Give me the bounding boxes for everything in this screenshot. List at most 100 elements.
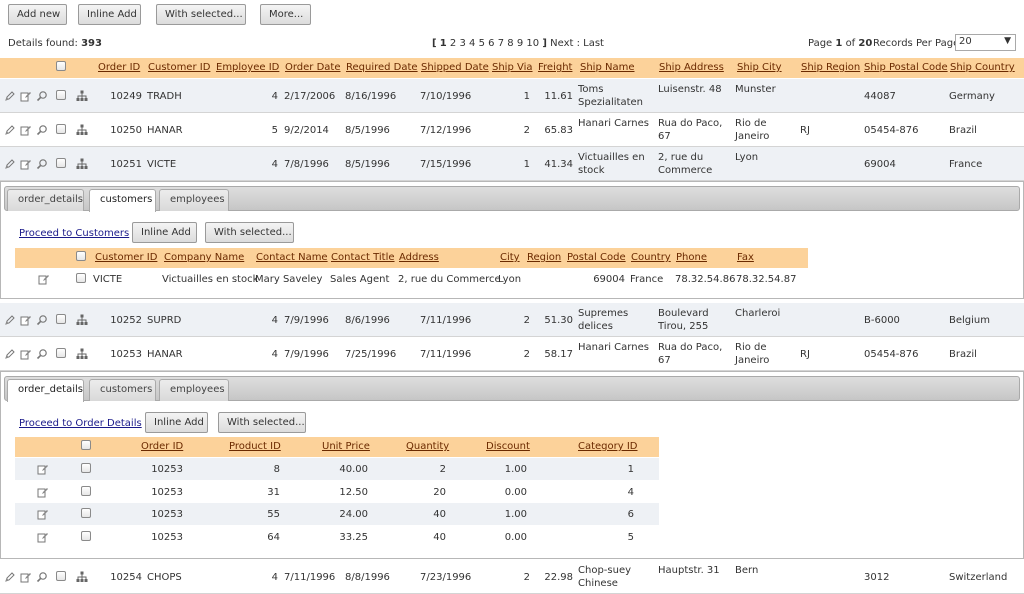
column-header[interactable]: Ship City xyxy=(737,62,782,73)
page-link[interactable]: 9 xyxy=(517,38,523,49)
tab-employees[interactable]: employees xyxy=(159,379,229,401)
edit-icon[interactable] xyxy=(4,90,16,102)
order-details-column-header[interactable]: Unit Price xyxy=(322,441,370,452)
row-checkbox[interactable] xyxy=(56,158,66,168)
column-header[interactable]: Ship Name xyxy=(580,62,635,73)
order-details-column-header[interactable]: Quantity xyxy=(406,441,449,452)
inline-edit-icon[interactable] xyxy=(37,508,49,520)
page-link[interactable]: 3 xyxy=(459,38,465,49)
column-header[interactable]: Freight xyxy=(538,62,572,73)
table-row[interactable]: 10251 VICTE 4 7/8/1996 8/5/1996 7/15/1996 1 41.… xyxy=(0,147,1024,181)
view-icon[interactable] xyxy=(36,314,48,326)
proceed-to-customers-link[interactable]: Proceed to Customers xyxy=(19,228,129,239)
inline-edit-icon[interactable] xyxy=(37,463,49,475)
customers-column-header[interactable]: City xyxy=(500,252,520,263)
column-header[interactable]: Shipped Date xyxy=(421,62,489,73)
records-per-page-select[interactable]: 20 ▼ xyxy=(955,34,1016,51)
row-checkbox[interactable] xyxy=(56,90,66,100)
column-header[interactable]: Employee ID xyxy=(216,62,279,73)
customers-column-header[interactable]: Postal Code xyxy=(567,252,626,263)
order-details-row[interactable]: 10253 55 24.00 40 1.00 6 xyxy=(15,503,659,525)
table-row[interactable]: 10253 HANAR 4 7/9/1996 7/25/1996 7/11/1996 2 58… xyxy=(0,337,1024,371)
view-icon[interactable] xyxy=(36,571,48,583)
page-link[interactable]: 8 xyxy=(507,38,513,49)
customers-column-header[interactable]: Country xyxy=(631,252,671,263)
column-header[interactable]: Customer ID xyxy=(148,62,210,73)
row-checkbox[interactable] xyxy=(56,348,66,358)
edit-icon[interactable] xyxy=(4,158,16,170)
column-header[interactable]: Ship Region xyxy=(801,62,860,73)
with-selected-button[interactable]: With selected... xyxy=(156,4,246,25)
order-details-row-checkbox[interactable] xyxy=(81,530,91,541)
customers-column-header[interactable]: Fax xyxy=(737,252,754,263)
order-details-row-checkbox[interactable] xyxy=(81,508,91,518)
column-header[interactable]: Ship Postal Code xyxy=(864,62,948,73)
column-header[interactable]: Ship Address xyxy=(659,62,724,73)
next-page-link[interactable]: Next xyxy=(550,38,573,49)
column-header[interactable]: Order ID xyxy=(98,62,140,73)
customers-column-header[interactable]: Phone xyxy=(676,252,707,263)
order-details-column-header[interactable]: Product ID xyxy=(229,441,281,452)
inline-edit-icon[interactable] xyxy=(20,314,32,326)
order-details-row-checkbox[interactable] xyxy=(81,485,91,496)
column-header[interactable]: Ship Via xyxy=(492,62,533,73)
table-row[interactable]: 10249 TRADH 4 2/17/2006 8/16/1996 7/10/1996 1 1… xyxy=(0,79,1024,113)
page-link[interactable]: 5 xyxy=(479,38,485,49)
order-details-with-selected-button[interactable]: With selected... xyxy=(218,412,306,433)
hierarchy-icon[interactable] xyxy=(76,90,88,102)
order-details-column-header[interactable]: Discount xyxy=(486,441,530,452)
hierarchy-icon[interactable] xyxy=(76,348,88,360)
row-checkbox[interactable] xyxy=(56,314,66,324)
hierarchy-icon[interactable] xyxy=(76,314,88,326)
inline-add-button[interactable]: Inline Add xyxy=(78,4,141,25)
column-header[interactable]: Required Date xyxy=(346,62,418,73)
order-details-row[interactable]: 10253 64 33.25 40 0.00 5 xyxy=(15,525,659,548)
edit-icon[interactable] xyxy=(4,348,16,360)
tab-employees[interactable]: employees xyxy=(159,189,229,211)
tab-order-details[interactable]: order_details xyxy=(7,189,84,211)
inline-edit-icon[interactable] xyxy=(20,124,32,136)
proceed-to-order-details-link[interactable]: Proceed to Order Details xyxy=(19,418,142,429)
hierarchy-icon[interactable] xyxy=(76,571,88,583)
inline-edit-icon[interactable] xyxy=(20,348,32,360)
customers-select-all-checkbox[interactable] xyxy=(76,251,86,261)
tab-customers[interactable]: customers xyxy=(89,189,156,212)
edit-icon[interactable] xyxy=(4,571,16,583)
row-checkbox[interactable] xyxy=(56,571,66,581)
hierarchy-icon[interactable] xyxy=(76,158,88,170)
customers-inline-add-button[interactable]: Inline Add xyxy=(132,222,197,243)
edit-icon[interactable] xyxy=(4,314,16,326)
order-details-row[interactable]: 10253 31 12.50 20 0.00 4 xyxy=(15,480,659,503)
view-icon[interactable] xyxy=(36,90,48,102)
customers-row-checkbox[interactable] xyxy=(76,273,86,283)
tab-order-details[interactable]: order_details xyxy=(7,379,84,402)
inline-edit-icon[interactable] xyxy=(20,90,32,102)
select-all-checkbox[interactable] xyxy=(56,61,66,71)
customers-with-selected-button[interactable]: With selected... xyxy=(205,222,294,243)
more-button[interactable]: More... xyxy=(260,4,311,25)
order-details-inline-add-button[interactable]: Inline Add xyxy=(145,412,208,433)
customers-column-header[interactable]: Customer ID xyxy=(95,252,157,263)
page-link[interactable]: 4 xyxy=(469,38,475,49)
order-details-row[interactable]: 10253 8 40.00 2 1.00 1 xyxy=(15,458,659,480)
view-icon[interactable] xyxy=(36,158,48,170)
tab-customers[interactable]: customers xyxy=(89,379,156,401)
customers-column-header[interactable]: Address xyxy=(399,252,439,263)
customers-column-header[interactable]: Contact Name xyxy=(256,252,328,263)
inline-edit-icon[interactable] xyxy=(38,273,50,285)
view-icon[interactable] xyxy=(36,124,48,136)
order-details-row-checkbox[interactable] xyxy=(81,463,91,473)
customers-column-header[interactable]: Region xyxy=(527,252,561,263)
inline-edit-icon[interactable] xyxy=(37,486,49,498)
view-icon[interactable] xyxy=(36,348,48,360)
table-row[interactable]: 10254 CHOPS 4 7/11/1996 8/8/1996 7/23/1996 2 22… xyxy=(0,560,1024,594)
edit-icon[interactable] xyxy=(4,124,16,136)
inline-edit-icon[interactable] xyxy=(37,531,49,543)
add-new-button[interactable]: Add new xyxy=(8,4,67,25)
hierarchy-icon[interactable] xyxy=(76,124,88,136)
column-header[interactable]: Order Date xyxy=(285,62,341,73)
inline-edit-icon[interactable] xyxy=(20,158,32,170)
row-checkbox[interactable] xyxy=(56,124,66,134)
customers-column-header[interactable]: Contact Title xyxy=(331,252,395,263)
page-link[interactable]: 6 xyxy=(488,38,494,49)
